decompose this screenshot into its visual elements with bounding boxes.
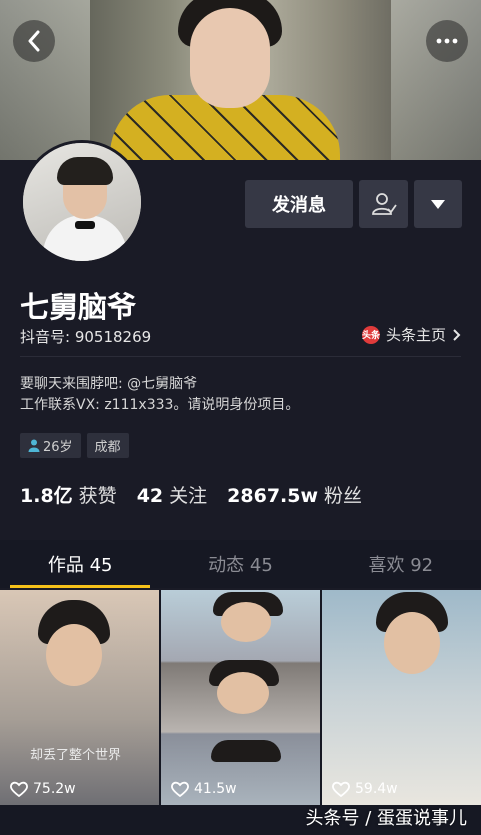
profile-name: 七舅脑爷 <box>20 290 137 324</box>
avatar-bowtie <box>75 221 95 229</box>
user-follow-icon <box>371 193 397 215</box>
age-tag: 26岁 <box>20 433 81 458</box>
bio-line-2: 工作联系VX: z111x333。请说明身份项目。 <box>20 397 300 413</box>
following-stat[interactable]: 42 关注 <box>137 481 207 508</box>
thumb-figure-face <box>221 602 271 642</box>
more-dots-icon <box>436 38 458 44</box>
toutiao-homepage-link[interactable]: 头条 头条主页 <box>361 324 461 345</box>
more-button[interactable] <box>426 20 468 62</box>
following-label: 关注 <box>169 485 208 507</box>
video-thumbnail[interactable]: 41.5w <box>161 590 320 805</box>
divider <box>20 356 461 357</box>
likes-stat[interactable]: 1.8亿 获赞 <box>20 481 117 508</box>
back-button[interactable] <box>13 20 55 62</box>
followers-stat[interactable]: 2867.5w 粉丝 <box>227 481 362 508</box>
likes-count: 75.2w <box>33 781 76 797</box>
video-likes: 75.2w <box>10 781 76 797</box>
bio-line-1: 要聊天来围脖吧: @七舅脑爷 <box>20 376 198 392</box>
thumb-figure-hair <box>211 740 281 762</box>
bio: 要聊天来围脖吧: @七舅脑爷 工作联系VX: z111x333。请说明身份项目。 <box>20 374 299 416</box>
profile-tags: 26岁 成都 <box>20 433 129 458</box>
cover-face <box>190 8 270 108</box>
dropdown-button[interactable] <box>414 180 462 228</box>
douyin-id: 抖音号: 90518269 <box>20 328 152 346</box>
profile-tabs: 作品 45 动态 45 喜欢 92 <box>0 540 481 588</box>
likes-count: 41.5w <box>194 781 237 797</box>
tab-likes[interactable]: 喜欢 92 <box>321 540 481 588</box>
follow-button[interactable] <box>359 180 408 228</box>
cover-image <box>0 0 481 160</box>
triangle-down-icon <box>431 199 445 209</box>
likes-count: 1.8亿 <box>20 485 73 507</box>
send-message-button[interactable]: 发消息 <box>245 180 353 228</box>
watermark: 头条号 / 蛋蛋说事儿 <box>305 808 467 829</box>
heart-icon <box>10 781 28 797</box>
toutiao-logo-icon: 头条 <box>361 325 380 344</box>
likes-count: 59.4w <box>355 781 398 797</box>
avatar-hair <box>57 157 113 185</box>
followers-label: 粉丝 <box>324 485 363 507</box>
city-tag: 成都 <box>86 433 129 458</box>
stats-row: 1.8亿 获赞 42 关注 2867.5w 粉丝 <box>20 481 362 508</box>
tab-dynamics[interactable]: 动态 45 <box>160 540 320 588</box>
video-thumbnail[interactable]: 却丢了整个世界 75.2w <box>0 590 159 805</box>
thumb-figure-face <box>217 672 269 714</box>
following-count: 42 <box>136 485 164 507</box>
back-arrow-icon <box>28 30 40 52</box>
tab-works[interactable]: 作品 45 <box>0 540 160 588</box>
heart-icon <box>171 781 189 797</box>
video-grid: 却丢了整个世界 75.2w 41.5w 59.4w <box>0 590 481 835</box>
chevron-right-icon <box>453 328 461 341</box>
thumb-figure-face <box>384 612 440 674</box>
avatar[interactable] <box>20 140 144 264</box>
video-likes: 41.5w <box>171 781 237 797</box>
likes-label: 获赞 <box>78 485 117 507</box>
toutiao-link-label: 头条主页 <box>385 326 446 344</box>
video-likes: 59.4w <box>332 781 398 797</box>
male-user-icon <box>28 439 40 452</box>
age-label: 26岁 <box>43 440 73 455</box>
video-caption: 却丢了整个世界 <box>30 748 122 763</box>
followers-count: 2867.5w <box>227 485 319 507</box>
video-thumbnail[interactable]: 59.4w <box>322 590 481 805</box>
heart-icon <box>332 781 350 797</box>
thumb-figure-face <box>46 624 102 686</box>
